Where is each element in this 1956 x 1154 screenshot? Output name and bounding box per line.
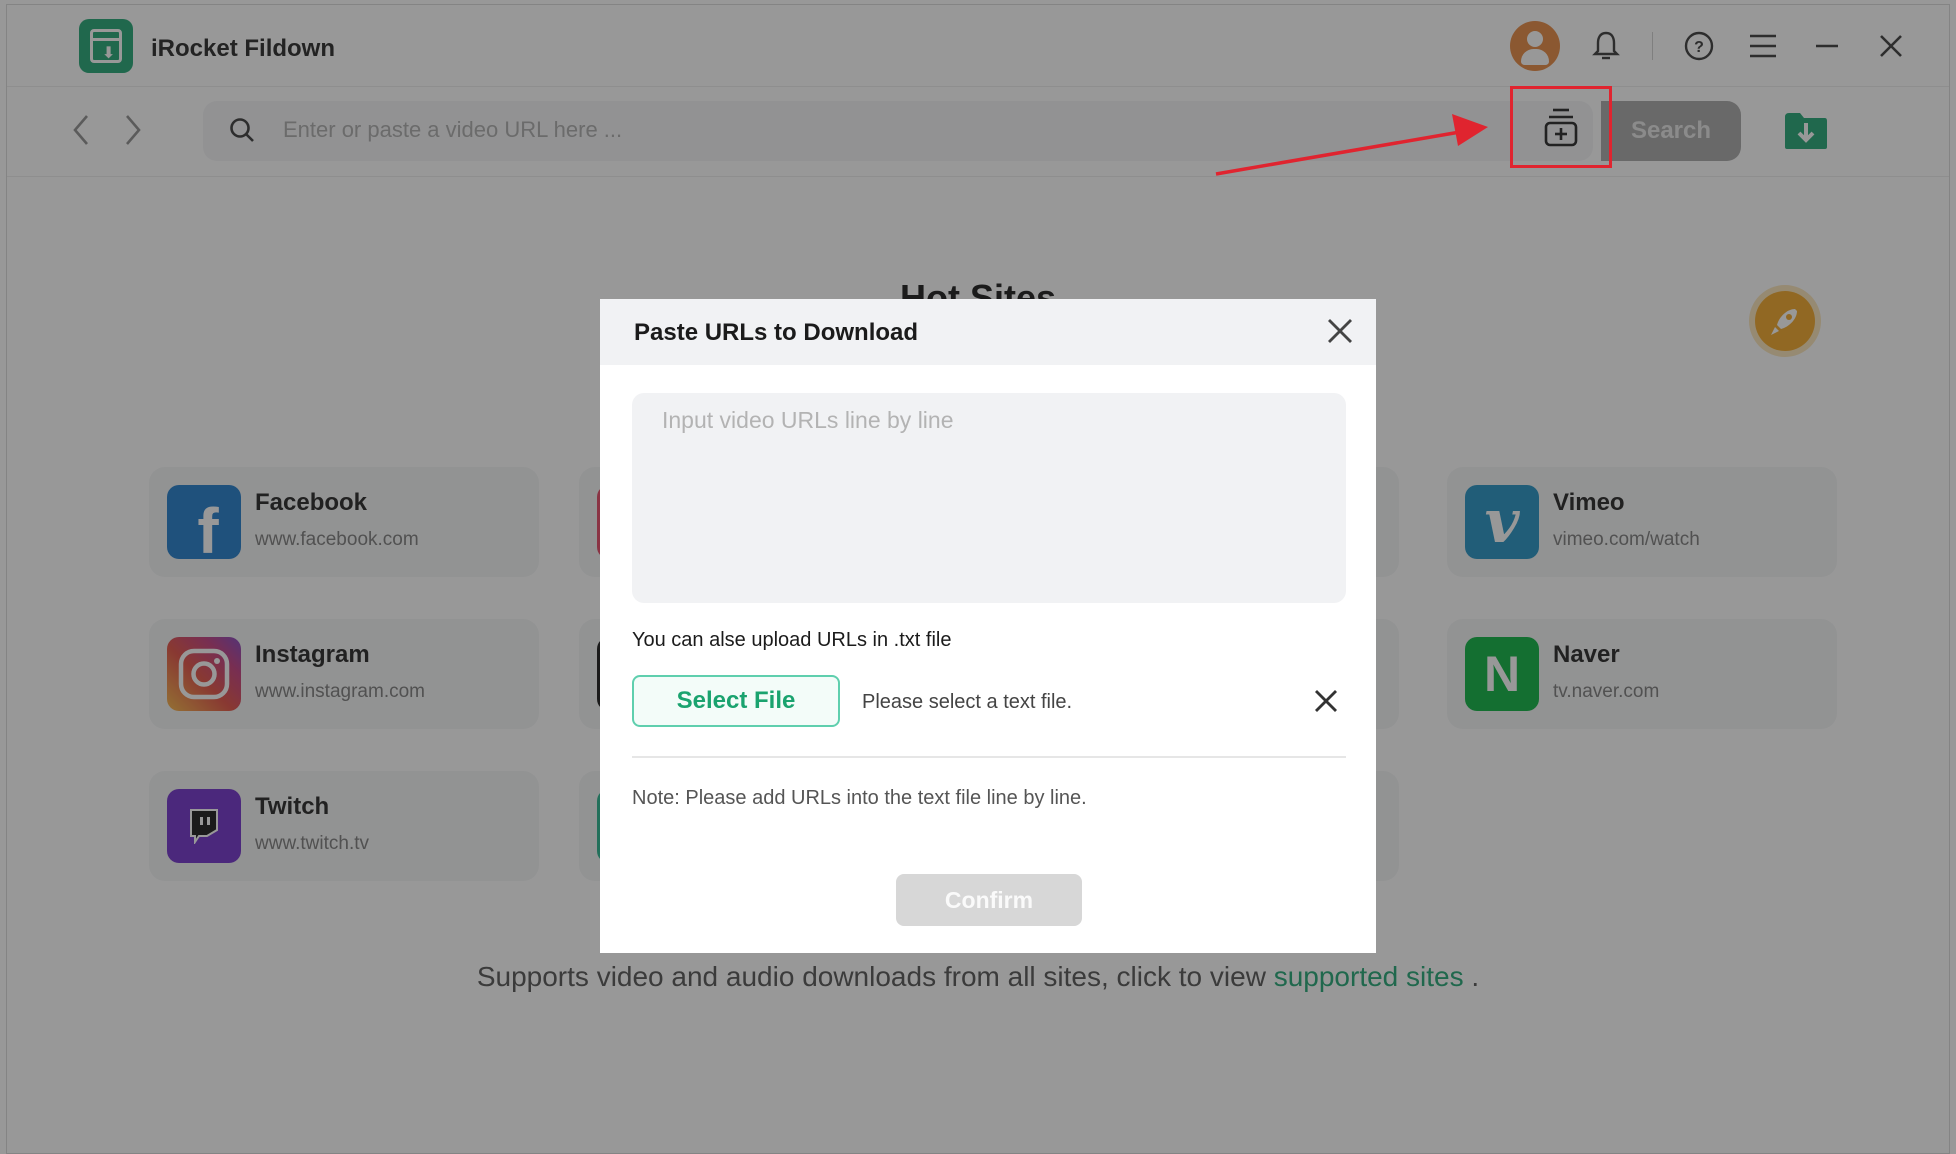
select-file-button[interactable]: Select File xyxy=(632,675,840,727)
close-icon xyxy=(1315,690,1337,712)
dialog-close-button[interactable] xyxy=(1322,313,1358,349)
confirm-button[interactable]: Confirm xyxy=(896,874,1082,926)
batch-add-button[interactable] xyxy=(1510,86,1612,168)
dialog-title: Paste URLs to Download xyxy=(634,319,919,346)
file-format-note: Note: Please add URLs into the text file… xyxy=(632,787,1087,809)
file-status-text: Please select a text file. xyxy=(862,691,1073,713)
clear-file-button[interactable] xyxy=(1308,683,1344,719)
dialog-header: Paste URLs to Download xyxy=(600,299,1376,365)
batch-add-icon xyxy=(1544,108,1578,147)
url-list-input[interactable] xyxy=(632,393,1346,603)
paste-urls-dialog: Paste URLs to Download You can alse uplo… xyxy=(600,299,1376,953)
close-icon xyxy=(1328,319,1352,343)
divider xyxy=(632,756,1346,758)
upload-hint: You can alse upload URLs in .txt file xyxy=(632,629,952,651)
